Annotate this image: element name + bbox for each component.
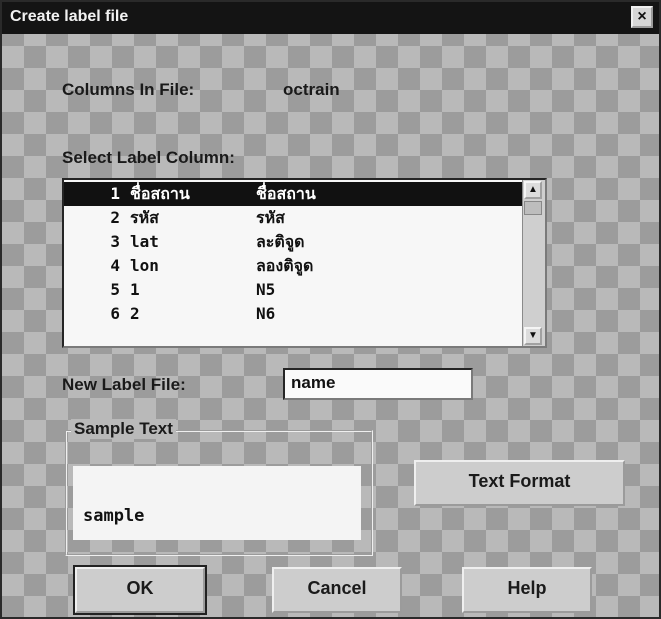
ok-button[interactable]: OK — [73, 565, 207, 615]
cancel-button-label: Cancel — [307, 578, 367, 598]
list-item-alias: N6 — [256, 304, 276, 323]
window-title: Create label file — [10, 8, 129, 25]
list-item-number: 3 — [110, 232, 120, 251]
help-button[interactable]: Help — [462, 567, 592, 613]
listbox-rows: 1 ชื่อสถาน ชื่อสถาน 2 รหัส รหัส 3 lat ละ… — [64, 182, 522, 326]
new-label-file-label: New Label File: — [62, 375, 186, 394]
close-icon[interactable]: × — [631, 6, 653, 28]
sample-text-group: Sample Text sample — [65, 419, 373, 556]
list-item-name: lon — [130, 256, 159, 275]
title-bar[interactable]: Create label file × — [2, 2, 659, 34]
scroll-thumb[interactable] — [524, 201, 542, 215]
list-item[interactable]: 4 lon ลองติจูด — [64, 254, 522, 278]
cancel-button[interactable]: Cancel — [272, 567, 402, 613]
list-item-number: 2 — [110, 208, 120, 227]
columns-in-file-label: Columns In File: — [62, 80, 195, 99]
list-item-number: 1 — [110, 184, 120, 203]
text-format-button[interactable]: Text Format — [414, 460, 625, 506]
sample-text-preview: sample — [83, 506, 145, 526]
list-item-name: 2 — [130, 304, 140, 323]
list-item-alias: ชื่อสถาน — [256, 184, 316, 203]
list-item-number: 4 — [110, 256, 120, 275]
select-label-column-label: Select Label Column: — [62, 148, 235, 167]
list-item-name: ชื่อสถาน — [130, 184, 190, 203]
text-format-button-label: Text Format — [468, 471, 571, 491]
list-item[interactable]: 2 รหัส รหัส — [64, 206, 522, 230]
scroll-up-icon[interactable]: ▲ — [524, 181, 542, 199]
list-item-name: lat — [130, 232, 159, 251]
list-item-name: 1 — [130, 280, 140, 299]
list-item-alias: ลองติจูด — [256, 256, 314, 275]
list-item[interactable]: 5 1 N5 — [64, 278, 522, 302]
list-item-alias: N5 — [256, 280, 276, 299]
list-item-alias: ละติจูด — [256, 232, 305, 251]
list-item-number: 5 — [110, 280, 120, 299]
sample-text-preview-area: sample — [73, 466, 361, 540]
ok-button-label: OK — [126, 578, 154, 598]
listbox-scrollbar[interactable]: ▲ ▼ — [522, 180, 545, 346]
list-item[interactable]: 3 lat ละติจูด — [64, 230, 522, 254]
columns-in-file-value: octrain — [283, 80, 340, 99]
create-label-file-dialog: Create label file × Columns In File: oct… — [0, 0, 661, 619]
sample-text-legend: Sample Text — [71, 419, 176, 439]
list-item[interactable]: 6 2 N6 — [64, 302, 522, 326]
scroll-down-icon[interactable]: ▼ — [524, 327, 542, 345]
new-label-file-input[interactable]: name — [283, 368, 473, 400]
list-item-number: 6 — [110, 304, 120, 323]
list-item-name: รหัส — [130, 208, 159, 227]
list-item[interactable]: 1 ชื่อสถาน ชื่อสถาน — [64, 182, 522, 206]
list-item-alias: รหัส — [256, 208, 285, 227]
help-button-label: Help — [507, 578, 547, 598]
label-column-listbox[interactable]: 1 ชื่อสถาน ชื่อสถาน 2 รหัส รหัส 3 lat ละ… — [62, 178, 547, 348]
